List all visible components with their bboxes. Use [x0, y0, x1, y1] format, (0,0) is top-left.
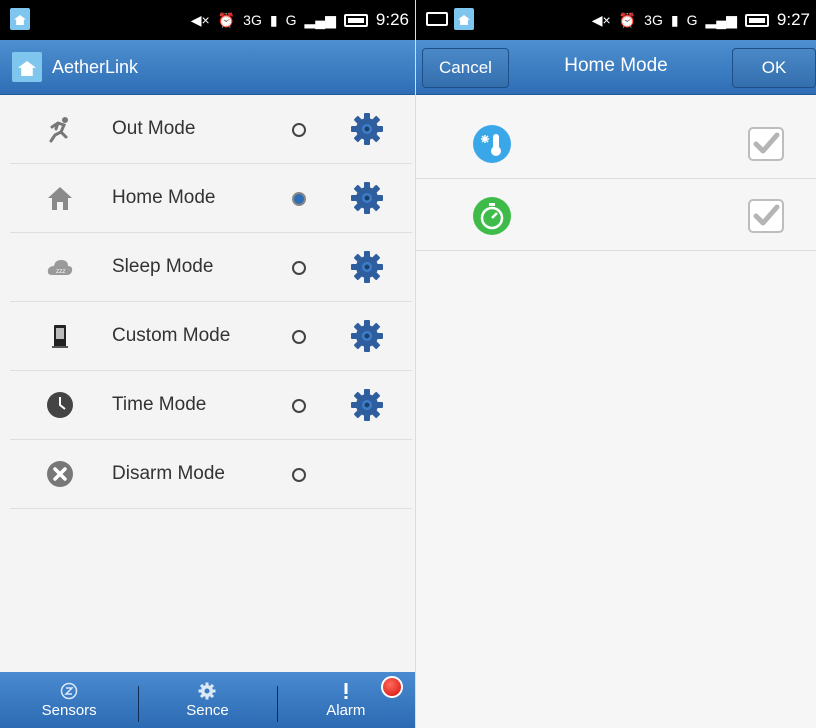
mode-label: Time Mode [112, 394, 207, 415]
gear-icon[interactable] [350, 181, 384, 215]
ok-button[interactable]: OK [732, 48, 816, 88]
mode-label: Disarm Mode [112, 463, 225, 484]
option-checkbox[interactable] [748, 199, 784, 233]
signal-icon: ▂▄▆ [705, 11, 737, 28]
alarm-clock-icon: ⏰ [217, 11, 236, 28]
mode-radio-button[interactable] [292, 123, 306, 137]
app-title: AetherLink [52, 57, 139, 77]
app-logo-icon [12, 52, 42, 82]
app-bar: AetherLink [0, 40, 415, 95]
gear-icon [198, 682, 216, 700]
battery-icon [343, 13, 368, 27]
mode-list: Out Mode Home Mode zzz Sleep Mode Custom Mod… [10, 95, 412, 509]
mode-radio-button[interactable] [292, 192, 306, 206]
stopwatch-icon [473, 197, 511, 235]
gear-icon[interactable] [350, 388, 384, 422]
tab-label: Alarm [326, 702, 366, 719]
exclamation-icon [337, 682, 355, 700]
status-bar: ◀× ⏰ 3G ▮ G ▂▄▆ 9:26 [0, 0, 415, 40]
thermometer-snowflake-icon [473, 125, 511, 163]
mode-row[interactable]: Disarm Mode [10, 440, 412, 509]
option-checkbox[interactable] [748, 127, 784, 161]
mode-row[interactable]: zzz Sleep Mode [10, 233, 412, 302]
mode-radio-button[interactable] [292, 330, 306, 344]
mode-row[interactable]: Home Mode [10, 164, 412, 233]
mode-label: Home Mode [112, 187, 216, 208]
mode-row[interactable]: Custom Mode [10, 302, 412, 371]
house-icon [46, 184, 74, 212]
mode-row[interactable]: Out Mode [10, 95, 412, 164]
mode-label: Out Mode [112, 118, 196, 139]
main-screen: ◀× ⏰ 3G ▮ G ▂▄▆ 9:26 AetherLink Out Mode… [0, 0, 415, 728]
tab-label: Sensors [41, 702, 97, 719]
status-bar: ◀× ⏰ 3G ▮ G ▂▄▆ 9:27 [416, 0, 816, 40]
app-notification-icon [10, 8, 30, 30]
running-person-icon [46, 115, 74, 143]
app-bar: Cancel Home Mode OK [416, 40, 816, 95]
battery-icon [744, 13, 769, 27]
network-g-label: G [686, 12, 698, 28]
mode-label: Custom Mode [112, 325, 231, 346]
mute-icon: ◀× [190, 11, 210, 28]
bottom-tab-bar: Sensors Sence Alarm [0, 672, 415, 728]
mode-row[interactable]: Time Mode [10, 371, 412, 440]
home-mode-screen: ◀× ⏰ 3G ▮ G ▂▄▆ 9:27 Cancel Home Mode OK [416, 0, 816, 728]
clock-icon [46, 391, 74, 419]
tab-label: Sence [186, 702, 229, 719]
signal-icon: ▂▄▆ [304, 11, 336, 28]
mode-radio-button[interactable] [292, 399, 306, 413]
signal-3g-icon: ▮ [269, 11, 278, 28]
alarm-clock-icon: ⏰ [618, 11, 637, 28]
mute-icon: ◀× [591, 11, 611, 28]
mode-radio-button[interactable] [292, 468, 306, 482]
mode-radio-button[interactable] [292, 261, 306, 275]
gear-icon[interactable] [350, 112, 384, 146]
mode-label: Sleep Mode [112, 256, 214, 277]
option-row[interactable] [416, 108, 816, 179]
tab-sensors[interactable]: Sensors [0, 672, 138, 728]
network-3g-label: 3G [644, 12, 663, 28]
gear-icon[interactable] [350, 319, 384, 353]
gear-icon[interactable] [350, 250, 384, 284]
keyboard-icon [426, 12, 448, 26]
network-g-label: G [285, 12, 297, 28]
tab-sence[interactable]: Sence [138, 672, 276, 728]
phone-device-icon [46, 322, 74, 350]
sensor-icon [60, 682, 78, 700]
sleep-cloud-icon: zzz [46, 253, 74, 281]
status-time: 9:26 [375, 10, 409, 29]
alarm-indicator-dot [381, 676, 403, 698]
option-row[interactable] [416, 180, 816, 251]
app-notification-icon [454, 8, 474, 30]
svg-text:zzz: zzz [56, 268, 65, 275]
signal-3g-icon: ▮ [670, 11, 679, 28]
close-circle-icon [46, 460, 74, 488]
network-3g-label: 3G [243, 12, 262, 28]
status-time: 9:27 [776, 10, 810, 29]
